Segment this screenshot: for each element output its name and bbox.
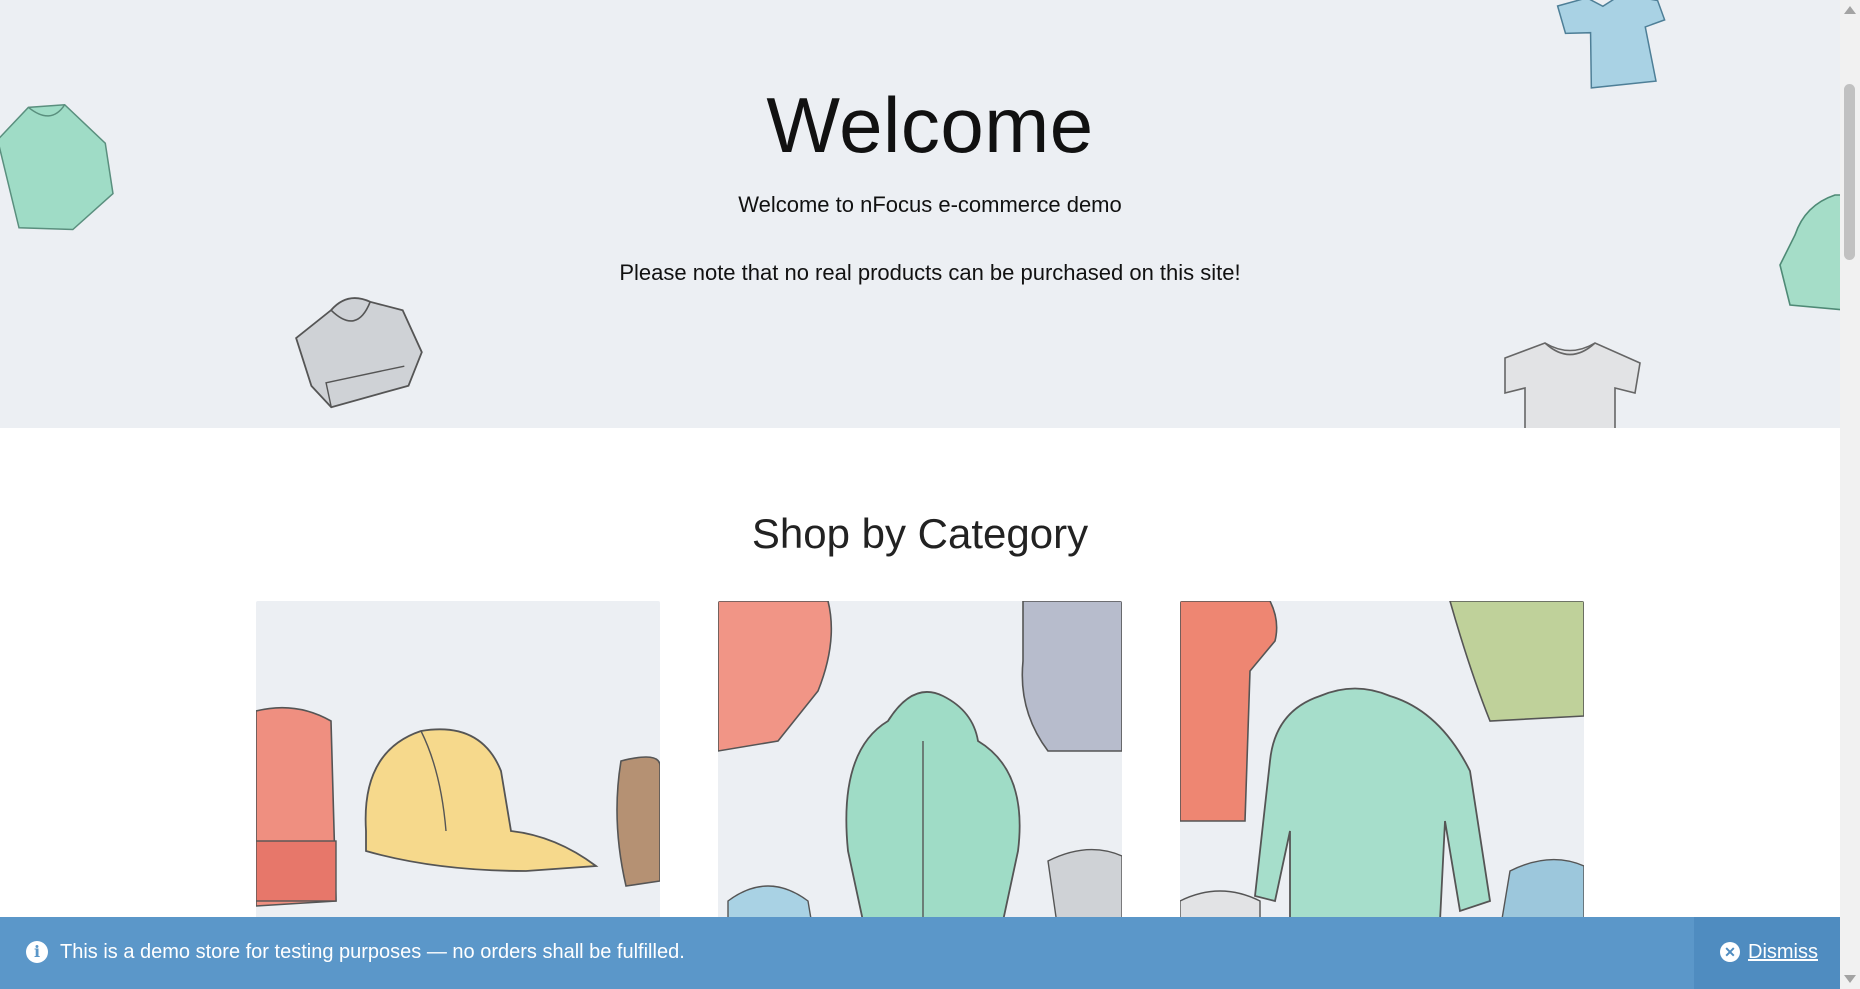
demo-store-notice: i This is a demo store for testing purpo… — [0, 917, 1840, 989]
close-icon[interactable]: ✕ — [1720, 942, 1740, 962]
tshirt-white-illustration — [1504, 342, 1641, 428]
category-card-accessories[interactable] — [256, 601, 660, 931]
hero-subtitle: Welcome to nFocus e-commerce demo — [738, 192, 1122, 217]
dismiss-link[interactable]: Dismiss — [1748, 941, 1818, 964]
hero-note: Please note that no real products can be… — [619, 260, 1241, 285]
scrollbar-thumb[interactable] — [1844, 84, 1855, 260]
category-card-tshirts[interactable] — [1180, 601, 1584, 931]
shop-by-category-heading: Shop by Category — [751, 510, 1089, 557]
accessories-image — [256, 706, 660, 907]
page: Welcome Welcome to nFocus e-commerce dem… — [0, 0, 1840, 989]
hero-banner: Welcome Welcome to nFocus e-commerce dem… — [0, 0, 1840, 428]
scroll-down-arrow-icon[interactable] — [1844, 975, 1856, 983]
tshirt-illustration — [1556, 0, 1666, 89]
scroll-up-arrow-icon[interactable] — [1844, 6, 1856, 14]
tshirts-image — [1180, 601, 1584, 931]
hoodies-image — [718, 601, 1122, 931]
info-icon: i — [26, 941, 48, 963]
hero-title: Welcome — [766, 81, 1094, 169]
category-card-hoodies[interactable] — [718, 601, 1122, 931]
notice-text: This is a demo store for testing purpose… — [60, 941, 685, 963]
vertical-scrollbar[interactable] — [1840, 0, 1860, 989]
dismiss-button[interactable]: ✕ Dismiss — [1694, 917, 1840, 989]
hoodie-illustration — [295, 297, 423, 409]
